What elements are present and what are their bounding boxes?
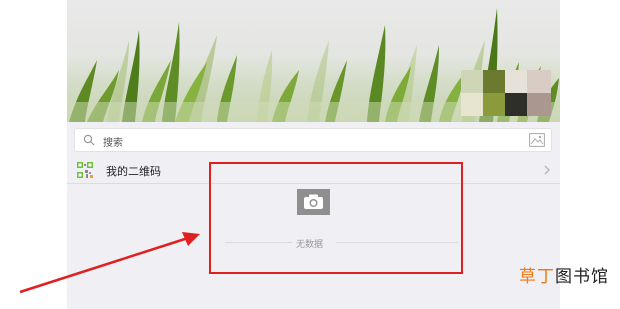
search-label: 搜索 (103, 138, 123, 149)
search-bar[interactable]: 搜索 (74, 128, 552, 152)
watermark-part-1: 草丁 (519, 267, 555, 286)
search-icon (83, 134, 95, 146)
image-icon[interactable] (529, 133, 545, 147)
watermark-part-2: 图书馆 (555, 267, 609, 286)
qr-row-label: 我的二维码 (106, 166, 161, 178)
profile-avatar[interactable] (461, 70, 551, 116)
watermark: 草丁图书馆 (519, 262, 609, 287)
qr-code-icon (77, 162, 93, 178)
outer-margin-left (0, 0, 67, 309)
chevron-right-icon (544, 165, 550, 175)
highlight-box (209, 162, 463, 274)
